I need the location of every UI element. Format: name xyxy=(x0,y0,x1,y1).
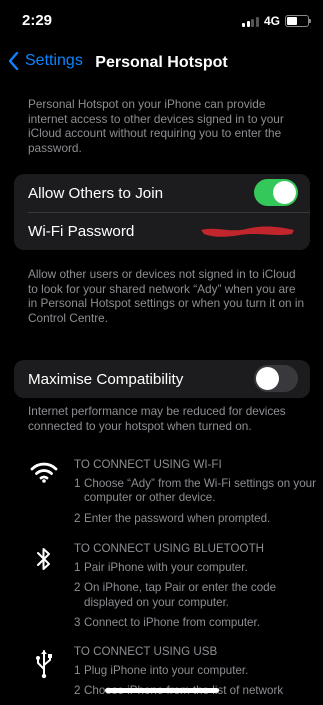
usb-icon xyxy=(28,649,60,679)
bluetooth-icon xyxy=(28,546,60,572)
wifi-password-redacted xyxy=(201,226,294,237)
status-indicators: 4G xyxy=(242,14,311,28)
step-number: 3 xyxy=(74,616,81,630)
step-text: Connect to iPhone from computer. xyxy=(84,616,260,630)
list-item: 1 Plug iPhone into your computer. xyxy=(74,664,318,679)
usb-instructions: TO CONNECT USING USB 1 Plug iPhone into y… xyxy=(28,645,318,705)
toggle-knob xyxy=(256,367,279,390)
maximise-compatibility-label: Maximise Compatibility xyxy=(28,370,184,388)
battery-icon xyxy=(285,15,311,27)
list-item: 1 Choose “Ady” from the Wi-Fi settings on… xyxy=(74,477,318,506)
wifi-password-row[interactable]: Wi-Fi Password xyxy=(14,212,310,250)
compatibility-note: Internet performance may be reduced for … xyxy=(28,404,286,433)
step-text: Pair iPhone with your computer. xyxy=(84,560,248,574)
allow-others-label: Allow Others to Join xyxy=(28,184,164,202)
hotspot-settings-group: Allow Others to Join Wi-Fi Password xyxy=(14,174,310,250)
maximise-compatibility-toggle[interactable] xyxy=(254,365,298,392)
bluetooth-heading: TO CONNECT USING BLUETOOTH xyxy=(74,542,265,555)
step-number: 1 xyxy=(74,476,81,490)
list-item: 1 Pair iPhone with your computer. xyxy=(74,561,318,576)
intro-text: Personal Hotspot on your iPhone can prov… xyxy=(28,97,284,155)
compatibility-group: Maximise Compatibility xyxy=(14,360,310,398)
bluetooth-instructions: TO CONNECT USING BLUETOOTH 1 Pair iPhone … xyxy=(28,542,318,637)
cellular-signal-icon xyxy=(242,16,259,27)
list-item: 2 Enter the password when prompted. xyxy=(74,512,318,527)
network-type: 4G xyxy=(263,14,280,28)
allow-others-row[interactable]: Allow Others to Join xyxy=(14,174,310,212)
step-text: On iPhone, tap Pair or enter the code di… xyxy=(84,581,277,609)
status-bar: 2:29 4G xyxy=(0,0,323,42)
page-title: Personal Hotspot xyxy=(95,54,228,71)
toggle-knob xyxy=(273,181,296,204)
status-time: 2:29 xyxy=(22,12,53,29)
wifi-instructions: TO CONNECT USING WI-FI 1 Choose “Ady” fro… xyxy=(28,458,318,532)
step-number: 1 xyxy=(74,663,81,677)
allow-others-note: Allow other users or devices not signed … xyxy=(28,267,305,325)
step-text: Plug iPhone into your computer. xyxy=(84,663,249,677)
wifi-icon xyxy=(28,461,60,483)
wifi-password-label: Wi-Fi Password xyxy=(28,222,135,240)
allow-others-toggle[interactable] xyxy=(254,179,298,206)
maximise-compatibility-row[interactable]: Maximise Compatibility xyxy=(14,360,310,398)
navigation-bar: Settings Personal Hotspot xyxy=(0,44,323,80)
step-number: 2 xyxy=(74,581,81,595)
home-indicator[interactable] xyxy=(105,688,219,693)
list-item: 3 Connect to iPhone from computer. xyxy=(74,616,318,631)
step-text: Choose “Ady” from the Wi-Fi settings on … xyxy=(84,476,316,505)
step-number: 1 xyxy=(74,560,81,574)
list-item: 2 On iPhone, tap Pair or enter the code d… xyxy=(74,581,318,610)
wifi-heading: TO CONNECT USING WI-FI xyxy=(74,458,222,471)
step-number: 2 xyxy=(74,684,81,698)
step-number: 2 xyxy=(74,511,81,525)
usb-heading: TO CONNECT USING USB xyxy=(74,645,218,658)
step-text: Enter the password when prompted. xyxy=(84,511,271,525)
